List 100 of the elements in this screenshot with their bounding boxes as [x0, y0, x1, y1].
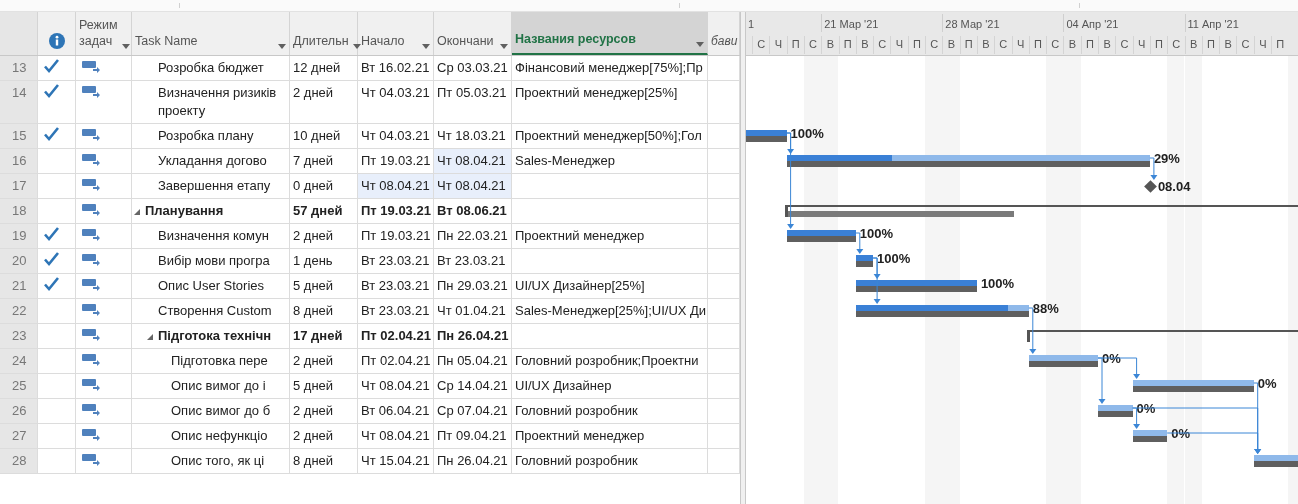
- task-name: Опис того, як ці: [171, 452, 265, 470]
- resource-names: Sales-Менеджер: [515, 153, 615, 168]
- day-label: С: [1167, 36, 1185, 54]
- table-cell: 2 дней: [290, 424, 358, 448]
- table-cell: Пн 05.04.21: [434, 349, 512, 373]
- table-cell: 10 дней: [290, 124, 358, 148]
- day-label: Ч: [1011, 36, 1029, 54]
- table-cell: Чт 08.04.21: [434, 149, 512, 173]
- percent-label: 0%: [1171, 425, 1190, 443]
- row-number: 23: [0, 324, 38, 348]
- row-number: 25: [0, 374, 38, 398]
- column-header[interactable]: Длительн: [290, 12, 358, 55]
- table-cell: Пт 19.03.21: [358, 199, 434, 223]
- task-name: Завершення етапу: [158, 177, 271, 195]
- task-name: Опис нефункціо: [171, 427, 268, 445]
- caret-icon[interactable]: [422, 44, 430, 49]
- checkmark-icon: [44, 127, 59, 141]
- day-label: П: [907, 36, 925, 54]
- collapse-triangle-icon[interactable]: [146, 333, 154, 341]
- row-number: 27: [0, 424, 38, 448]
- column-header[interactable]: Названия ресурсов: [512, 12, 708, 55]
- percent-label: 0%: [1102, 350, 1121, 368]
- task-name: Створення Custom: [158, 302, 272, 320]
- day-label: В: [1098, 36, 1116, 54]
- resource-names: UI/UX Дизайнер[25%]: [515, 278, 645, 293]
- resource-names: Фінансовий менеджер[75%];Пр: [515, 60, 703, 75]
- task-mode-icon: [82, 429, 100, 441]
- caret-icon[interactable]: [500, 44, 508, 49]
- row-number: 22: [0, 299, 38, 323]
- resource-names: Sales-Менеджер[25%];UI/UX Ди: [515, 303, 707, 318]
- table-cell: 8 дней: [290, 299, 358, 323]
- task-bar: [1028, 355, 1098, 367]
- task-bar: [1132, 430, 1168, 442]
- day-label: П: [838, 36, 856, 54]
- caret-icon[interactable]: [121, 44, 130, 49]
- resource-names: UI/UX Дизайнер: [515, 378, 612, 393]
- table-cell: Пт 05.03.21: [434, 81, 512, 123]
- caret-icon[interactable]: [696, 42, 704, 47]
- resource-names: Головний розробник: [515, 403, 638, 418]
- table-cell: Чт 08.04.21: [358, 424, 434, 448]
- row-number: 21: [0, 274, 38, 298]
- column-header[interactable]: Начало: [358, 12, 434, 55]
- resource-names: Проектний менеджер: [515, 228, 645, 243]
- caret-icon[interactable]: [352, 44, 361, 49]
- day-label: П: [1028, 36, 1047, 54]
- task-mode-icon: [82, 354, 100, 366]
- day-label: С: [994, 36, 1012, 54]
- task-mode-icon: [82, 61, 100, 73]
- task-mode-icon: [82, 229, 100, 241]
- day-label: С: [925, 36, 943, 54]
- row-number: 14: [0, 81, 38, 123]
- checkmark-icon: [44, 59, 59, 73]
- week-label: 11 Апр '21: [1187, 17, 1239, 32]
- table-cell: Ср 07.04.21: [434, 399, 512, 423]
- table-cell: Вт 23.03.21: [358, 299, 434, 323]
- day-label: Ч: [890, 36, 908, 54]
- checkmark-icon: [44, 84, 59, 98]
- week-label: 28 Мар '21: [945, 17, 1000, 32]
- row-number: 24: [0, 349, 38, 373]
- row-number: 15: [0, 124, 38, 148]
- task-mode-icon: [82, 329, 100, 341]
- table-cell: 12 дней: [290, 56, 358, 80]
- day-label: С: [752, 36, 770, 54]
- day-label: Ч: [1253, 36, 1271, 54]
- collapse-triangle-icon[interactable]: [133, 208, 141, 216]
- table-cell: Чт 08.04.21: [358, 174, 434, 198]
- day-label: Ч: [1132, 36, 1150, 54]
- resource-names: Проектний менеджер: [515, 428, 645, 443]
- task-mode-icon: [82, 204, 100, 216]
- day-label: В: [855, 36, 874, 54]
- task-name: Вибір мови програ: [158, 252, 270, 270]
- percent-label: 100%: [790, 125, 824, 143]
- week-label: 1: [748, 17, 755, 32]
- task-name: Підготовка пере: [171, 352, 268, 370]
- column-header[interactable]: Task Name: [132, 12, 290, 55]
- resource-names: Головний розробник: [515, 453, 638, 468]
- day-label: С: [803, 36, 822, 54]
- week-label: 21 Мар '21: [824, 17, 879, 32]
- task-name: Визначення ризиків проекту: [158, 84, 278, 120]
- table-cell: Пн 29.03.21: [434, 274, 512, 298]
- table-cell: Ср 03.03.21: [434, 56, 512, 80]
- day-label: С: [1236, 36, 1254, 54]
- task-mode-icon: [82, 304, 100, 316]
- row-number: 28: [0, 449, 38, 473]
- day-label: П: [1271, 36, 1289, 54]
- caret-icon[interactable]: [278, 44, 286, 49]
- column-header[interactable]: Режим задач: [76, 12, 132, 55]
- task-name: Опис вимог до і: [171, 377, 266, 395]
- day-label: П: [959, 36, 977, 54]
- task-name: Розробка бюджет: [158, 59, 264, 77]
- row-number: 16: [0, 149, 38, 173]
- table-cell: 2 дней: [290, 399, 358, 423]
- percent-label: 0%: [1136, 400, 1156, 418]
- task-mode-icon: [82, 154, 100, 166]
- day-label: В: [976, 36, 995, 54]
- table-cell: Пт 09.04.21: [434, 424, 512, 448]
- task-name: Визначення комун: [158, 227, 269, 245]
- task-name: Підготока технічн: [158, 327, 272, 345]
- week-label: 04 Апр '21: [1066, 17, 1119, 32]
- table-cell: Ср 14.04.21: [434, 374, 512, 398]
